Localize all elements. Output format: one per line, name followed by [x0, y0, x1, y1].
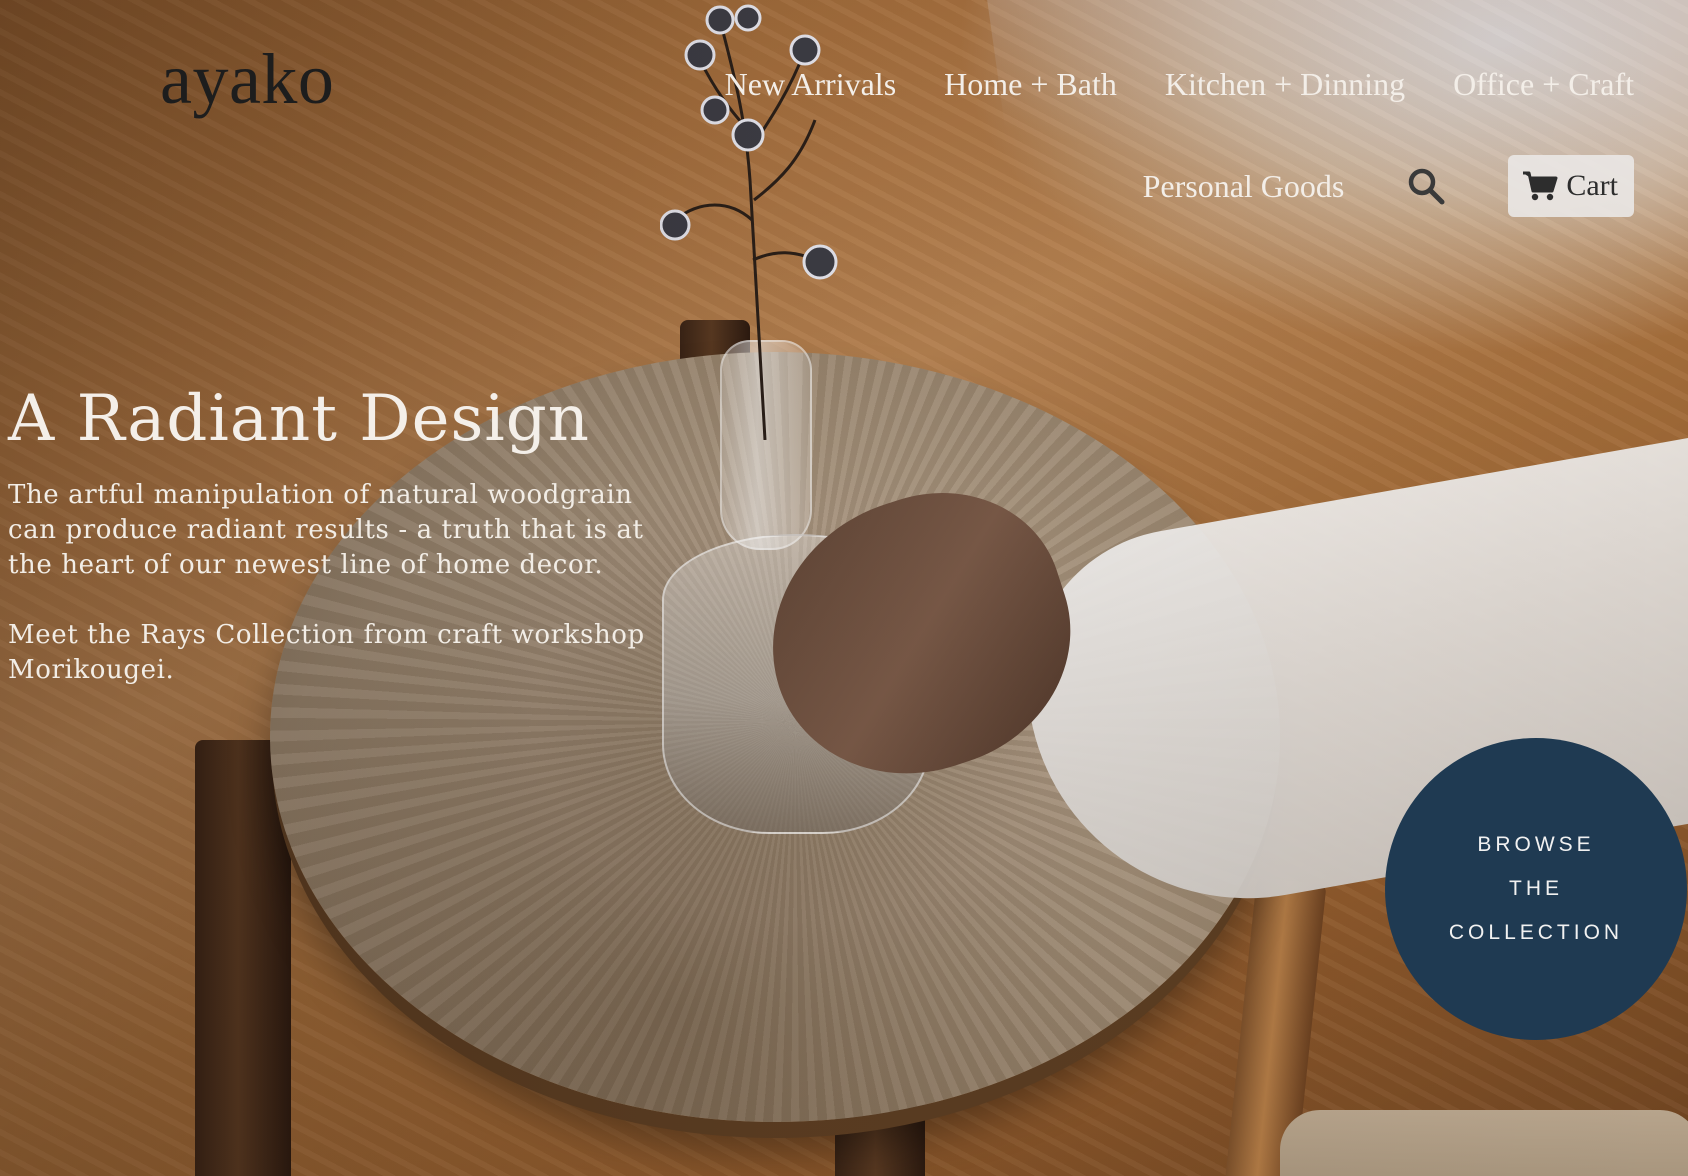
search-icon [1409, 168, 1445, 205]
cart-label: Cart [1566, 169, 1618, 202]
nav-link-office-craft[interactable]: Office + Craft [1453, 66, 1634, 103]
hero-paragraph: Meet the Rays Collection from craft work… [8, 620, 645, 685]
cta-line: COLLECTION [1448, 921, 1624, 944]
site-logo[interactable]: ayako [160, 38, 334, 121]
nav-link-personal-goods[interactable]: Personal Goods [1143, 168, 1345, 205]
hero-description: The artful manipulation of natural woodg… [8, 478, 668, 688]
secondary-nav: Personal Goods Cart [1143, 155, 1634, 217]
hero-title: A Radiant Design [8, 382, 590, 456]
cart-icon [1523, 171, 1558, 201]
search-button[interactable] [1404, 164, 1448, 208]
nav-link-home-bath[interactable]: Home + Bath [944, 66, 1117, 103]
hero-paragraph: The artful manipulation of natural woodg… [8, 480, 644, 580]
nav-link-new-arrivals[interactable]: New Arrivals [725, 66, 897, 103]
nav-link-kitchen-dinning[interactable]: Kitchen + Dinning [1165, 66, 1405, 103]
cta-line: THE [1509, 877, 1563, 900]
cart-button[interactable]: Cart [1508, 155, 1634, 217]
main-nav: New Arrivals Home + Bath Kitchen + Dinni… [725, 66, 1634, 103]
browse-collection-button[interactable]: BROWSE THE COLLECTION [1385, 738, 1687, 1040]
cta-line: BROWSE [1477, 833, 1595, 856]
